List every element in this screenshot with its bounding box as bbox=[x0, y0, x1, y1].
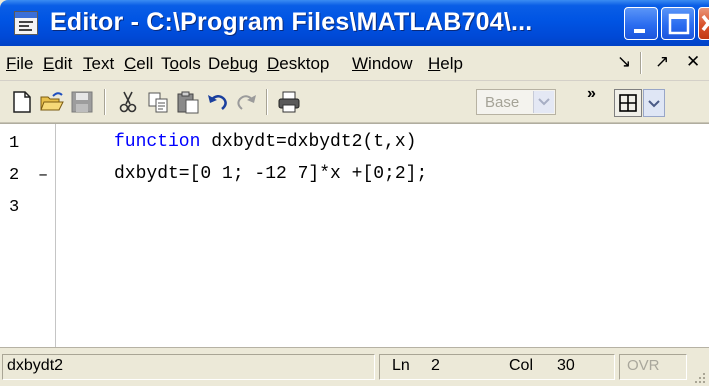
paste-icon[interactable] bbox=[176, 90, 200, 114]
redo-icon[interactable] bbox=[234, 90, 258, 114]
minimize-icon bbox=[634, 29, 645, 33]
resize-grip-icon[interactable] bbox=[693, 371, 707, 385]
minimize-button[interactable] bbox=[624, 7, 658, 40]
maximize-icon bbox=[668, 13, 690, 35]
close-document-button[interactable]: ✕ bbox=[686, 52, 700, 72]
undock-button[interactable]: ↗ bbox=[655, 52, 669, 72]
line-number: 3 bbox=[9, 198, 20, 217]
status-bar: dxbydt2 Ln 2 Col 30 OVR bbox=[0, 347, 709, 386]
chevron-down-icon bbox=[648, 100, 660, 108]
title-bar[interactable]: Editor - C:\Program Files\MATLAB704\... bbox=[0, 0, 709, 46]
dock-button[interactable]: ↘ bbox=[617, 52, 631, 72]
column-value: 30 bbox=[557, 357, 575, 374]
print-icon[interactable] bbox=[277, 90, 301, 114]
cut-icon[interactable] bbox=[116, 90, 140, 114]
line-label: Ln bbox=[392, 357, 410, 374]
menu-bar: File Edit Text Cell Tools Debug Desktop … bbox=[0, 46, 709, 81]
menu-separator bbox=[640, 52, 642, 74]
chevron-down-icon[interactable] bbox=[533, 91, 554, 113]
toolbar-separator bbox=[104, 89, 106, 115]
column-label: Col bbox=[509, 357, 534, 374]
menu-help[interactable]: Help bbox=[428, 54, 463, 74]
workspace-select-value: Base bbox=[485, 94, 520, 111]
code-line[interactable]: function dxbydt=dxbydt2(t,x) bbox=[114, 132, 416, 152]
tile-layout-icon[interactable] bbox=[614, 89, 642, 117]
close-button[interactable] bbox=[698, 7, 709, 40]
current-function-name: dxbydt2 bbox=[7, 357, 64, 374]
menu-cell[interactable]: Cell bbox=[124, 54, 153, 74]
line-value: 2 bbox=[431, 357, 440, 374]
toolbar-overflow-button[interactable]: » bbox=[587, 85, 596, 103]
tile-layout-dropdown[interactable] bbox=[643, 89, 665, 117]
copy-icon[interactable] bbox=[146, 90, 170, 114]
window-title: Editor - C:\Program Files\MATLAB704\... bbox=[50, 8, 533, 36]
save-icon[interactable] bbox=[70, 90, 94, 114]
undo-icon[interactable] bbox=[206, 90, 230, 114]
menu-edit[interactable]: Edit bbox=[43, 54, 72, 74]
maximize-button[interactable] bbox=[661, 7, 695, 40]
cursor-position-panel bbox=[379, 354, 615, 380]
line-number: 1 bbox=[9, 134, 20, 153]
breakpoint-marker[interactable]: – bbox=[38, 166, 48, 185]
line-number: 2 bbox=[9, 166, 20, 185]
editor-document-icon[interactable] bbox=[14, 11, 38, 35]
menu-tools[interactable]: Tools bbox=[161, 54, 201, 74]
menu-desktop[interactable]: Desktop bbox=[267, 54, 329, 74]
gutter-divider bbox=[55, 124, 56, 348]
overwrite-indicator: OVR bbox=[627, 357, 660, 374]
open-folder-icon[interactable] bbox=[40, 90, 64, 114]
menu-file[interactable]: File bbox=[6, 54, 33, 74]
toolbar: Base » bbox=[0, 81, 709, 123]
menu-text[interactable]: Text bbox=[83, 54, 114, 74]
menu-debug[interactable]: Debug bbox=[208, 54, 258, 74]
close-icon bbox=[701, 14, 709, 32]
code-line[interactable]: dxbydt=[0 1; -12 7]*x +[0;2]; bbox=[114, 164, 427, 184]
matlab-editor-window: Editor - C:\Program Files\MATLAB704\... … bbox=[0, 0, 709, 386]
new-file-icon[interactable] bbox=[10, 90, 34, 114]
workspace-select[interactable]: Base bbox=[476, 89, 556, 115]
toolbar-separator bbox=[266, 89, 268, 115]
menu-window[interactable]: Window bbox=[352, 54, 412, 74]
code-editor[interactable]: 1 function dxbydt=dxbydt2(t,x) 2 – dxbyd… bbox=[0, 123, 709, 348]
